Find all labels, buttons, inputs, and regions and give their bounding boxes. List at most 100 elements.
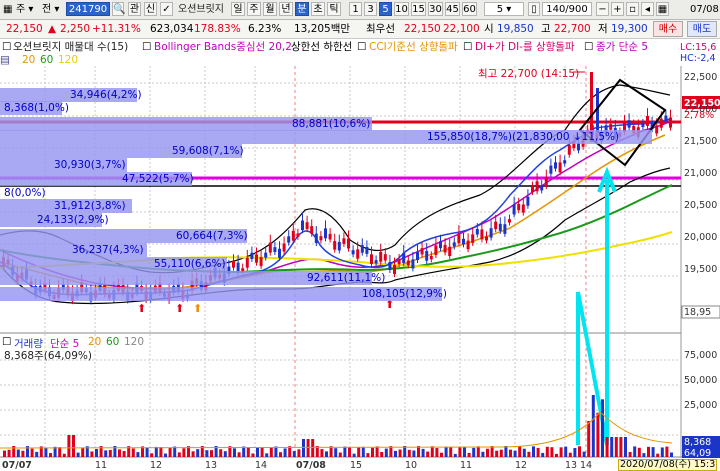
date-label: 13 xyxy=(205,460,218,471)
volume-ma-20[interactable]: 20 xyxy=(88,336,101,348)
volume-bar xyxy=(499,449,503,457)
volume-axis-label: 25,000 xyxy=(684,400,718,411)
cursor-time: 2020/07/08(수) 15:3 xyxy=(618,459,718,471)
price-axis-label: 20,500 xyxy=(684,200,718,211)
candle-body xyxy=(558,162,562,173)
candle-body xyxy=(466,240,470,250)
volume-bar xyxy=(269,447,273,457)
candle-body xyxy=(462,238,465,245)
candle-body xyxy=(255,254,258,263)
volume-profile-bar: 8,368(1,0%) xyxy=(0,101,69,115)
volume-bar xyxy=(219,449,223,457)
candle-body xyxy=(609,124,613,130)
volume-profile-label: 36,237(4,3%) xyxy=(72,244,144,256)
volume-ma-60[interactable]: 60 xyxy=(106,336,119,348)
volume-bar xyxy=(205,450,209,457)
volume-bar xyxy=(306,439,310,457)
candle-body xyxy=(646,116,649,126)
candle-body xyxy=(425,250,429,261)
volume-bar xyxy=(587,421,591,457)
volume-profile-label: 31,912(3,8%) xyxy=(54,200,126,212)
volume-bar xyxy=(136,452,140,457)
high-note: 최고 22,700 (14:15) xyxy=(478,68,580,80)
volume-bar xyxy=(449,447,453,457)
volume-ma-120[interactable]: 120 xyxy=(124,336,144,348)
volume-bar xyxy=(536,447,540,457)
candle-body xyxy=(245,257,249,268)
volume-bar xyxy=(283,448,287,457)
volume-bar xyxy=(177,452,181,457)
volume-bar xyxy=(398,449,402,457)
volume-bar xyxy=(486,448,489,457)
volume-bar xyxy=(246,447,250,457)
candle-body xyxy=(531,187,534,192)
volume-bar xyxy=(118,449,121,457)
candle-body xyxy=(291,230,295,241)
volume-bar xyxy=(131,448,135,457)
volume-profile-label: 155,850(18,7%)(21,830,00 ↓11,5%) xyxy=(427,131,620,143)
current-price-tag: 22,150 xyxy=(684,98,720,109)
volume-bar xyxy=(628,451,632,457)
volume-bar xyxy=(104,450,108,457)
volume-profile-bar: 88,881(10,6%) xyxy=(0,117,372,131)
volume-bar xyxy=(610,437,614,457)
volume-bar xyxy=(426,451,430,457)
candle-body xyxy=(664,115,668,121)
date-label: 07/08 xyxy=(296,460,326,471)
candle-body xyxy=(452,242,456,247)
candle-body xyxy=(526,196,530,206)
volume-bar xyxy=(467,452,471,457)
volume-bar xyxy=(292,451,296,457)
volume-bar xyxy=(559,447,563,457)
volume-bar xyxy=(3,450,6,457)
volume-bar xyxy=(605,437,609,457)
candle-body xyxy=(627,120,631,128)
volume-checkbox-icon[interactable]: ☐ xyxy=(2,336,11,348)
volume-bar xyxy=(389,446,393,457)
candle-body xyxy=(406,260,410,266)
volume-bar xyxy=(601,399,604,457)
current-pct-tag: 2,78% xyxy=(684,110,715,121)
volume-bar xyxy=(545,446,549,457)
candle-body xyxy=(489,228,493,238)
volume-bar xyxy=(343,446,347,457)
volume-bar xyxy=(509,449,512,457)
volume-bar xyxy=(670,452,673,457)
candle-body xyxy=(328,233,332,240)
volume-bar xyxy=(564,446,568,457)
candle-body xyxy=(508,219,511,223)
volume-bar xyxy=(251,453,255,457)
volume-bar xyxy=(550,447,554,457)
volume-profile-bar: 24,133(2,9%) xyxy=(0,213,109,227)
volume-profile-label: 47,522(5,7%) xyxy=(122,173,194,185)
volume-bar xyxy=(256,447,259,457)
volume-bar xyxy=(150,453,154,457)
volume-bar xyxy=(191,451,195,457)
volume-bar xyxy=(614,437,618,457)
cyan-annotation[interactable] xyxy=(576,166,617,446)
volume-bar xyxy=(642,453,646,457)
candle-body xyxy=(273,247,277,253)
candle-body xyxy=(655,125,659,134)
volume-bar xyxy=(62,453,66,457)
volume-axis-label: 75,000 xyxy=(684,350,718,361)
volume-bar xyxy=(233,448,236,457)
volume-profile-label: 60,664(7,3%) xyxy=(176,230,248,242)
volume-profile-label: 55,110(6,6%) xyxy=(154,258,226,270)
candle-body xyxy=(494,221,498,230)
candle-body xyxy=(554,162,557,169)
candle-body xyxy=(356,249,360,259)
volume-profile-bar: 59,608(7,1%) xyxy=(0,144,244,158)
volume-bar xyxy=(49,453,52,457)
volume-profile-bar: 36,237(4,3%) xyxy=(0,243,147,257)
candle-body xyxy=(434,245,438,256)
volume-bar xyxy=(532,446,535,457)
date-label: 14 xyxy=(255,460,268,471)
volume-bar xyxy=(279,452,282,457)
candle-body xyxy=(296,233,300,237)
candle-body xyxy=(282,243,286,252)
volume-bar xyxy=(417,446,420,457)
volume-bar xyxy=(154,446,158,457)
candle-body xyxy=(388,261,392,271)
volume-bar xyxy=(463,446,466,457)
